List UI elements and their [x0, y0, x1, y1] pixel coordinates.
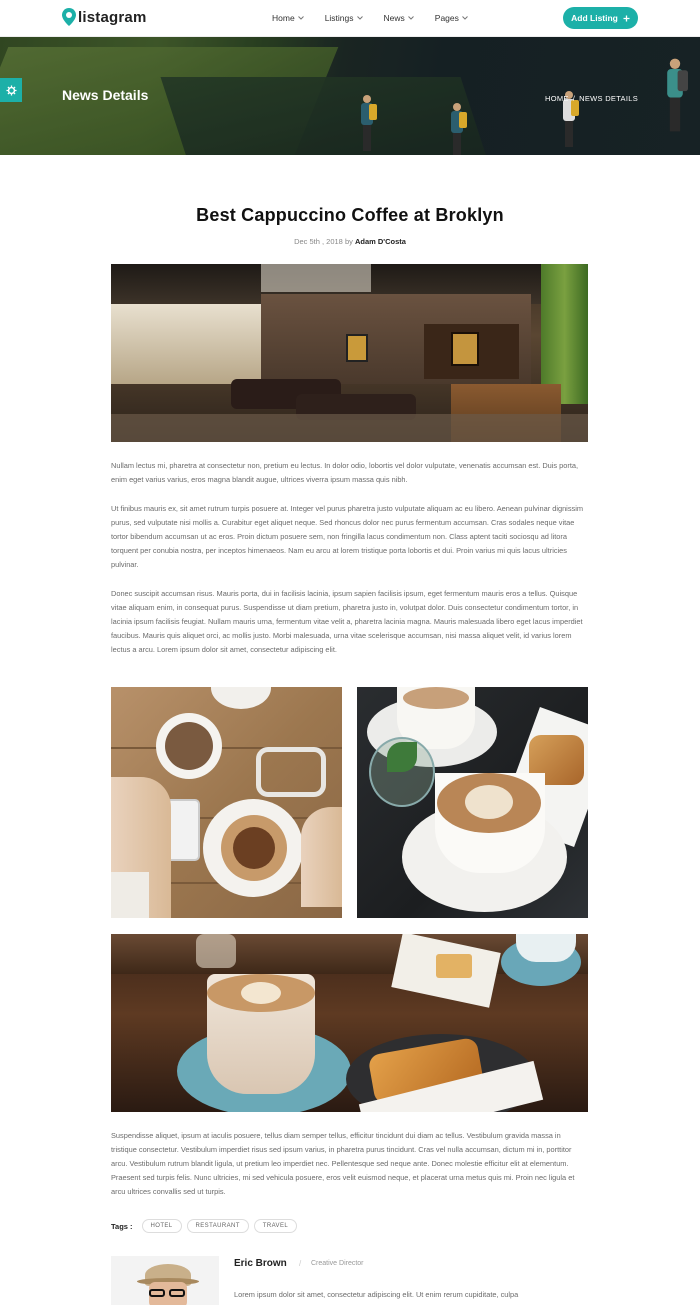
chevron-down-icon [462, 16, 468, 20]
chevron-down-icon [356, 16, 363, 20]
article-meta: Dec 5th , 2018 by Adam D'Costa [0, 237, 700, 246]
author-avatar [111, 1256, 219, 1305]
breadcrumb: HOME / NEWS DETAILS [545, 94, 638, 103]
nav-item-listings[interactable]: Listings [325, 13, 363, 23]
hiker-figure [666, 58, 688, 132]
map-pin-icon [62, 8, 76, 26]
tag-travel[interactable]: TRAVEL [253, 1219, 298, 1233]
breadcrumb-home[interactable]: HOME [545, 94, 569, 103]
author-separator: / [299, 1259, 302, 1268]
author-name: Eric Brown [234, 1258, 287, 1269]
article-date: Dec 5th , 2018 [294, 237, 343, 246]
breadcrumb-current: NEWS DETAILS [579, 94, 638, 103]
nav-item-news[interactable]: News [384, 13, 414, 23]
chevron-down-icon [297, 16, 304, 20]
article-title: Best Cappuccino Coffee at Broklyn [196, 205, 504, 225]
tags-label: Tags : [111, 1221, 133, 1231]
brand-name: listagram [78, 8, 147, 26]
nav-item-pages[interactable]: Pages [435, 13, 468, 23]
article-tags: Tags : HOTEL RESTAURANT TRAVEL [111, 1219, 298, 1233]
settings-toggle-button[interactable] [0, 78, 22, 102]
coffee-table-image [111, 687, 342, 918]
article-author[interactable]: Adam D'Costa [355, 237, 406, 246]
nav-item-label: Pages [434, 13, 459, 23]
article-paragraph: Ut finibus mauris ex, sit amet rutrum tu… [111, 504, 584, 569]
page-title: News Details [62, 87, 149, 103]
nav-item-label: Home [272, 13, 295, 23]
article-paragraph: Donec suscipit accumsan risus. Mauris po… [111, 589, 583, 654]
gear-icon [5, 84, 17, 96]
hiker-figure [360, 95, 377, 151]
hiker-figure [450, 103, 467, 155]
tag-restaurant[interactable]: RESTAURANT [186, 1219, 249, 1233]
plus-icon [623, 15, 630, 21]
article-paragraph: Suspendisse aliquet, ipsum at iaculis po… [111, 1131, 575, 1196]
tag-hotel[interactable]: HOTEL [141, 1219, 182, 1233]
top-navbar: listagram Home Listings News Pages Add L… [0, 0, 700, 37]
cafe-interior-image [111, 264, 588, 442]
latte-art-image [357, 687, 588, 918]
add-listing-label: Add Listing [571, 13, 618, 23]
add-listing-button[interactable]: Add Listing [563, 7, 638, 29]
main-nav: Home Listings News Pages [272, 13, 468, 23]
author-role: Creative Director [311, 1260, 364, 1267]
nav-item-home[interactable]: Home [272, 13, 304, 23]
brand-logo[interactable]: listagram [62, 8, 147, 26]
nav-item-label: News [383, 13, 405, 23]
chevron-down-icon [407, 16, 414, 20]
coffee-dessert-image [111, 934, 588, 1112]
nav-item-label: Listings [324, 13, 354, 23]
breadcrumb-separator: / [572, 94, 576, 103]
article-by: by [344, 237, 353, 246]
article-paragraph: Nullam lectus mi, pharetra at consectetu… [111, 461, 579, 484]
author-bio: Lorem ipsum dolor sit amet, consectetur … [234, 1290, 519, 1299]
